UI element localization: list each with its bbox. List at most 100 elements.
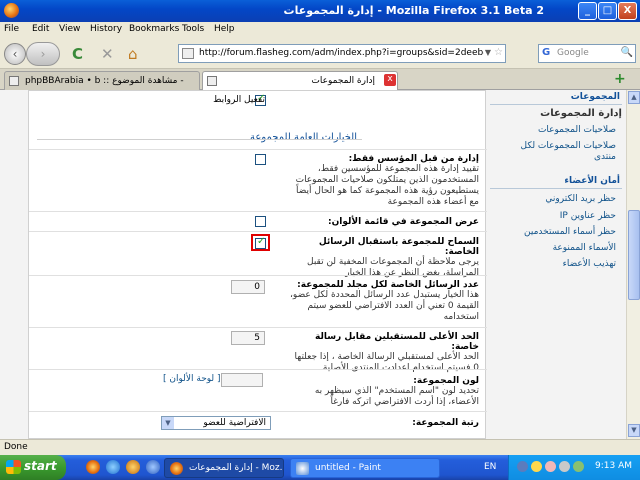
- option-group-rank: الافتراضية للعضو ▼ رتبة المجموعة:: [29, 411, 487, 439]
- sidebar: المجموعات إدارة المجموعات صلاحيات المجمو…: [488, 90, 626, 439]
- new-tab-icon[interactable]: +: [614, 71, 626, 87]
- start-button[interactable]: start: [0, 455, 66, 480]
- vertical-scrollbar[interactable]: ▲ ▼: [626, 90, 640, 439]
- search-icon[interactable]: 🔍: [621, 47, 633, 58]
- sidebar-divider: [490, 188, 622, 189]
- option-founder-manage: إدارة من قبل المؤسس فقط: تقييد إدارة هذه…: [29, 149, 487, 207]
- app-quicklaunch-icon[interactable]: [126, 460, 140, 474]
- close-button[interactable]: X: [618, 2, 637, 20]
- menu-edit[interactable]: Edit: [32, 24, 49, 34]
- tab-favicon-icon: [207, 76, 217, 86]
- menu-view[interactable]: View: [59, 24, 80, 34]
- sidebar-item-ban-ips[interactable]: حظر عناوين IP: [560, 211, 616, 222]
- group-rank-select[interactable]: الافتراضية للعضو ▼: [161, 416, 271, 430]
- back-button[interactable]: ‹: [4, 43, 26, 65]
- url-dropdown-icon[interactable]: ▼: [485, 48, 491, 57]
- menu-tools[interactable]: Tools: [182, 24, 204, 34]
- option-pm-per-folder: 0 عدد الرسائل الخاصة لكل مجلد للمجموعة: …: [29, 275, 487, 325]
- minimize-button[interactable]: _: [578, 2, 597, 20]
- windows-logo-icon: [6, 460, 21, 474]
- site-favicon-icon: [182, 48, 194, 59]
- sidebar-heading-groups: المجموعات: [570, 92, 620, 102]
- pm-per-folder-title: عدد الرسائل الخاصة لكل مجلد للمجموعة:: [297, 280, 479, 290]
- sidebar-item-prune-users[interactable]: تهذيب الأعضاء: [563, 259, 616, 270]
- sidebar-item-disallowed-names[interactable]: الأسماء الممنوعة: [553, 243, 616, 254]
- menu-help[interactable]: Help: [214, 24, 235, 34]
- status-bar: Done: [0, 439, 640, 455]
- sidebar-item-group-permissions[interactable]: صلاحيات المجموعات: [538, 125, 616, 136]
- tray-app-icon[interactable]: [573, 461, 584, 472]
- firefox-quicklaunch-icon[interactable]: [86, 460, 100, 474]
- max-recipients-input[interactable]: 5: [231, 331, 265, 345]
- chevron-down-icon[interactable]: ▼: [162, 417, 174, 429]
- founder-manage-desc: تقييد إدارة هذه المجموعة للمؤسسين فقط، ا…: [295, 164, 479, 207]
- option-show-legend: عرض المجموعة في قائمة الألوان:: [29, 211, 487, 229]
- title-bar: إدارة المجموعات - Mozilla Firefox 3.1 Be…: [0, 0, 640, 22]
- bookmark-star-icon[interactable]: ☆: [494, 47, 503, 58]
- menu-bar: File Edit View History Bookmarks Tools H…: [0, 22, 640, 39]
- group-color-input[interactable]: [221, 373, 263, 387]
- sidebar-divider: [490, 104, 622, 105]
- menu-file[interactable]: File: [4, 24, 19, 34]
- messenger-icon[interactable]: [531, 461, 542, 472]
- fieldset-legend: الخيارات العامة للمجموعة: [249, 132, 357, 143]
- reload-icon[interactable]: C: [72, 47, 83, 62]
- firefox-icon: [170, 462, 183, 475]
- menu-bookmarks[interactable]: Bookmarks: [129, 24, 179, 34]
- sidebar-item-ban-usernames[interactable]: حظر أسماء المستخدمين: [524, 227, 616, 238]
- taskbar-item-label: إدارة المجموعات - Moz...: [189, 463, 283, 473]
- color-palette-link[interactable]: [ لوحة الألوان ]: [163, 374, 221, 384]
- status-text: Done: [4, 442, 28, 452]
- option-group-color: [ لوحة الألوان ] لون المجموعة: تحديد لون…: [29, 369, 487, 411]
- sidebar-item-manage-groups[interactable]: إدارة المجموعات: [540, 108, 622, 119]
- clock: 9:13 AM: [595, 461, 632, 471]
- enable-links-label: تفعيل الروابط: [213, 95, 265, 105]
- url-bar[interactable]: http://forum.flasheg.com/adm/index.php?i…: [178, 44, 506, 63]
- option-receive-pm: السماح للمجموعة باستقبال الرسائل الخاصة:…: [29, 231, 487, 278]
- system-tray: 9:13 AM: [508, 455, 640, 480]
- maximize-button[interactable]: □: [598, 2, 617, 20]
- tab-close-icon[interactable]: x: [384, 74, 396, 86]
- receive-pm-title: السماح للمجموعة باستقبال الرسائل الخاصة:: [318, 237, 479, 257]
- menu-history[interactable]: History: [90, 24, 122, 34]
- language-indicator[interactable]: EN: [484, 462, 496, 472]
- tab-strip: phpBBArabia • b :: مشاهدة الموضوع - إدار…: [0, 69, 640, 90]
- group-settings-panel: تفعيل الروابط الخيارات العامة للمجموعة إ…: [28, 90, 487, 439]
- tab-favicon-icon: [9, 76, 19, 86]
- tab-title: إدارة المجموعات: [311, 76, 375, 86]
- page-content: تفعيل الروابط الخيارات العامة للمجموعة إ…: [0, 90, 626, 439]
- tab-group-management[interactable]: إدارة المجموعات: [202, 71, 398, 90]
- show-legend-title: عرض المجموعة في قائمة الألوان:: [328, 217, 479, 227]
- sidebar-item-group-forum-permissions[interactable]: صلاحيات المجموعات لكل منتدى: [506, 141, 616, 163]
- fieldset-divider: [37, 139, 362, 140]
- group-color-desc: تحديد لون "اسم المستخدم" الذي سيظهر به ا…: [314, 386, 479, 407]
- search-box[interactable]: G Google 🔍: [538, 44, 636, 63]
- start-label: start: [24, 459, 57, 473]
- volume-icon[interactable]: [559, 461, 570, 472]
- scroll-up-icon[interactable]: ▲: [628, 91, 640, 104]
- window-title: إدارة المجموعات - Mozilla Firefox 3.1 Be…: [283, 4, 544, 17]
- taskbar-item-paint[interactable]: untitled - Paint: [290, 458, 440, 478]
- network-icon[interactable]: [517, 461, 528, 472]
- taskbar-item-firefox[interactable]: إدارة المجموعات - Moz...: [164, 458, 284, 478]
- founder-manage-checkbox[interactable]: [255, 154, 266, 165]
- scroll-thumb[interactable]: [628, 210, 640, 300]
- app-quicklaunch-icon[interactable]: [146, 460, 160, 474]
- search-input[interactable]: Google: [557, 48, 589, 58]
- pm-per-folder-input[interactable]: 0: [231, 280, 265, 294]
- group-color-title: لون المجموعة:: [413, 376, 479, 386]
- paint-icon: [296, 462, 309, 475]
- url-input[interactable]: http://forum.flasheg.com/adm/index.php?i…: [199, 48, 484, 58]
- browser-quicklaunch-icon[interactable]: [106, 460, 120, 474]
- forward-button[interactable]: ›: [26, 42, 60, 66]
- highlight-box: [251, 234, 270, 251]
- show-legend-checkbox[interactable]: [255, 216, 266, 227]
- tab-phpbbarabia[interactable]: phpBBArabia • b :: مشاهدة الموضوع -: [4, 71, 200, 90]
- security-icon[interactable]: [545, 461, 556, 472]
- scroll-down-icon[interactable]: ▼: [628, 424, 640, 437]
- option-max-recipients: 5 الحد الأعلى للمستقبلين مقابل رسالة خاص…: [29, 327, 487, 373]
- sidebar-item-ban-emails[interactable]: حظر بريد الكتروني: [545, 194, 616, 205]
- group-rank-value: الافتراضية للعضو: [203, 418, 266, 428]
- home-icon[interactable]: ⌂: [128, 47, 138, 62]
- stop-icon[interactable]: ✕: [101, 47, 114, 62]
